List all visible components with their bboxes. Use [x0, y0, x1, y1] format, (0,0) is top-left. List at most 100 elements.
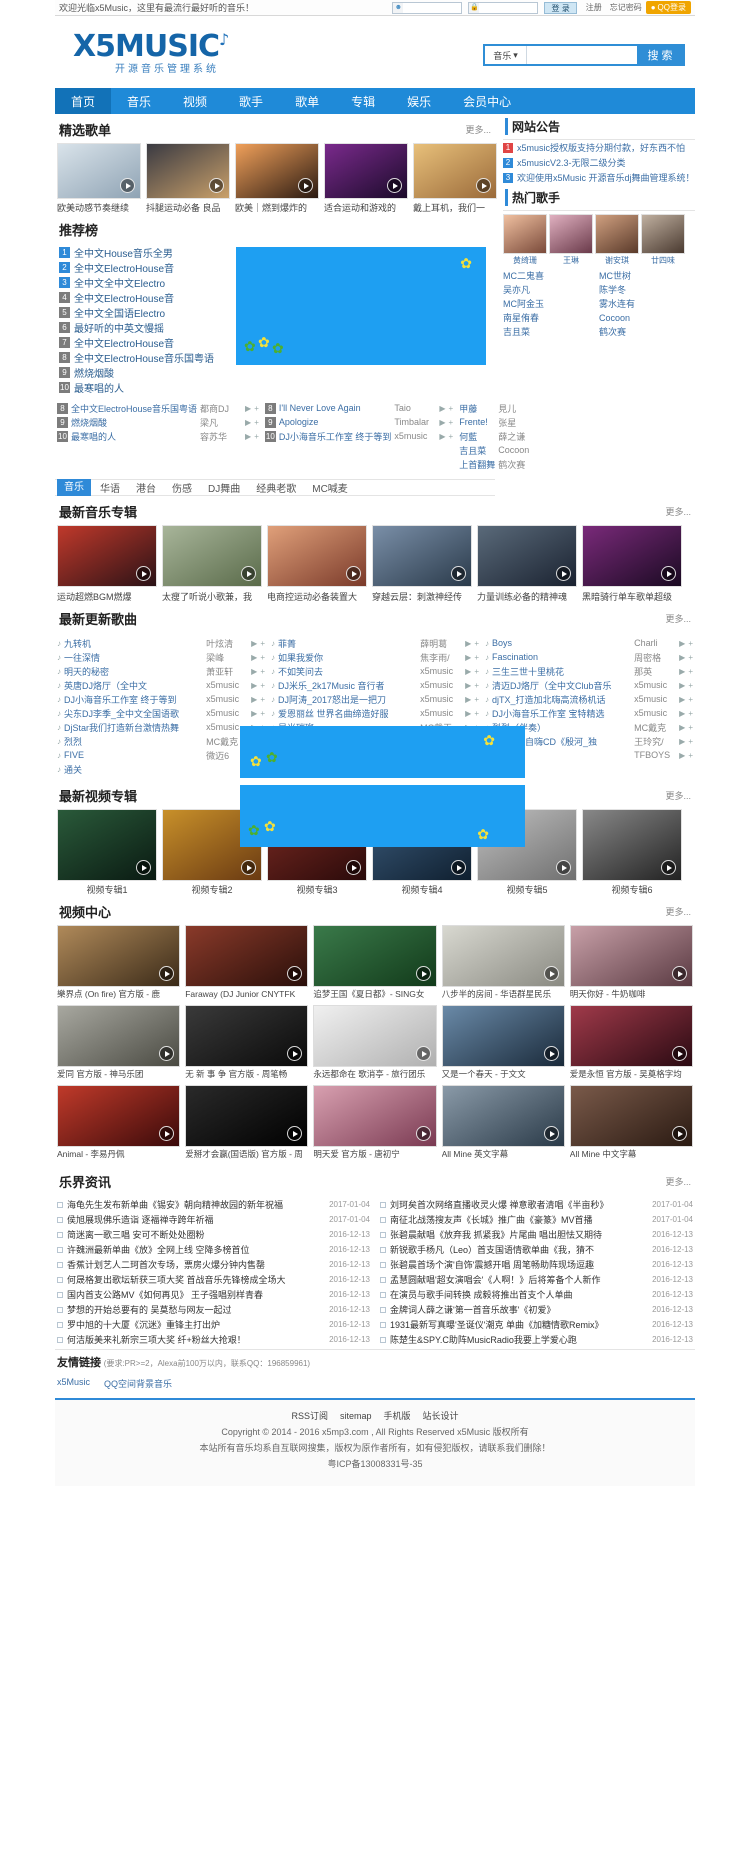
news-text[interactable]: 国内首支公路MV《如何再见》 王子强唱别样青春 — [67, 1288, 325, 1301]
play-icon[interactable]: ▶ — [465, 667, 471, 676]
news-text[interactable]: 海龟先生发布新单曲《锡安》朝向精神故园的新年祝福 — [67, 1198, 325, 1211]
play-icon[interactable] — [451, 860, 466, 875]
search-input[interactable] — [527, 46, 637, 64]
add-icon[interactable]: + — [254, 432, 259, 441]
nav-item-video[interactable]: 视频 — [167, 88, 223, 114]
footer-link[interactable]: RSS订阅 — [291, 1411, 328, 1421]
song-row[interactable]: 10 DJ小海音乐工作室 终于等到 x5music ▶ + — [264, 429, 453, 443]
song-row[interactable]: ♪ DJ阿涛_2017怒出是一把刀 x5music ▶ + — [271, 692, 479, 706]
news-item[interactable]: 许魏洲最新单曲《放》全网上线 空降多榜首位 2016-12-13 — [57, 1242, 370, 1257]
song-row[interactable]: ♪ 尖东DJ李季_全中文全国语歌 x5music ▶ + — [57, 706, 265, 720]
add-icon[interactable]: + — [449, 404, 454, 413]
play-icon[interactable]: ▶ — [679, 667, 685, 676]
thumbnail[interactable] — [313, 925, 437, 987]
news-item[interactable]: 张碧晨首场个演'自饰'震撼开唱 周笔畅助阵现场逗趣 2016-12-13 — [380, 1257, 693, 1272]
add-icon[interactable]: + — [449, 418, 454, 427]
add-icon[interactable]: + — [688, 695, 693, 704]
rank-title[interactable]: 全中文ElectroHouse音 — [74, 290, 174, 305]
news-text[interactable]: 梦想的开始总要有的 吴莫愁与网友一起过 — [67, 1303, 325, 1316]
nav-item-album[interactable]: 专辑 — [335, 88, 391, 114]
add-icon[interactable]: + — [688, 653, 693, 662]
song-name[interactable]: 明天的秘密 — [64, 665, 203, 678]
play-icon[interactable]: ▶ — [679, 653, 685, 662]
play-icon[interactable] — [671, 1046, 687, 1061]
play-icon[interactable] — [387, 178, 402, 193]
song-row[interactable]: ♪ 明天的秘密 萧亚轩 ▶ + — [57, 664, 265, 678]
rank-title[interactable]: 燃烧烟酸 — [74, 365, 114, 380]
thumbnail[interactable] — [57, 1085, 181, 1147]
album-card[interactable]: 太瘦了听说小歌兼，我 — [162, 525, 262, 603]
song-name[interactable]: 菲菁 — [278, 637, 417, 650]
footer-link[interactable]: 站长设计 — [423, 1411, 459, 1421]
album-card[interactable]: 电商控运动必备装置大 — [267, 525, 367, 603]
play-icon[interactable] — [671, 966, 687, 981]
song-name[interactable]: 通关 — [64, 763, 203, 776]
news-item[interactable]: 刘珂矣首次网络直播收灵火爆 禅意歌者清唱《半亩秒》 2017-01-04 — [380, 1197, 693, 1212]
song-name[interactable]: djTX_打造加北嗨高流杨机话 — [492, 693, 631, 706]
song-name[interactable]: 英唐DJ烙厅（全中文 — [64, 679, 203, 692]
video-card[interactable]: 永远都命在 歌消亭 - 旅行团乐 — [313, 1005, 437, 1080]
play-icon[interactable] — [298, 178, 313, 193]
play-icon[interactable]: ▶ — [251, 709, 257, 718]
site-logo[interactable]: X5MUSIC♪ 开源音乐管理系统 — [73, 29, 229, 75]
add-icon[interactable]: + — [688, 737, 693, 746]
play-icon[interactable]: ▶ — [679, 723, 685, 732]
thumbnail[interactable] — [582, 525, 682, 587]
add-icon[interactable]: + — [474, 653, 479, 662]
news-item[interactable]: 梦想的开始总要有的 吴莫愁与网友一起过 2016-12-13 — [57, 1302, 370, 1317]
video-card[interactable]: Animal - 李易丹佩 — [57, 1085, 181, 1160]
song-name[interactable]: Boys — [492, 638, 631, 648]
playlist-card[interactable]: 欧美动感节奏继续 — [57, 143, 141, 214]
nav-item-home[interactable]: 首页 — [55, 88, 112, 114]
news-item[interactable]: 张碧晨献唱《放弃我 抓紧我》片尾曲 唱出胆怯又期待 2016-12-13 — [380, 1227, 693, 1242]
song-row[interactable]: ♪通关▶+ — [57, 762, 265, 776]
artist-link[interactable]: 吴亦凡 — [503, 283, 599, 297]
thumbnail[interactable] — [477, 525, 577, 587]
play-icon[interactable] — [543, 966, 559, 981]
song-row[interactable]: ♪ 爱恩丽丝 世界名曲缔造好服 x5music ▶ + — [271, 706, 479, 720]
song-row[interactable]: ♪ 九转机 叶炫清 ▶ + — [57, 636, 265, 650]
artist-name[interactable]: 王琳 — [549, 255, 593, 266]
news-text[interactable]: 侯旭展现佛乐造诣 逐福禅寺跨年祈福 — [67, 1213, 325, 1226]
search-button[interactable]: 搜 索 — [637, 46, 683, 64]
thumbnail[interactable] — [267, 525, 367, 587]
news-text[interactable]: 陈楚生&SPY.C助阵MusicRadio我要上学爱心跑 — [390, 1333, 648, 1346]
song-row[interactable]: 9 Apologize Timbalar ▶ + — [264, 415, 454, 429]
thumbnail[interactable] — [235, 143, 319, 199]
song-row[interactable]: ♪ 三生三世十里桃花 那英 ▶ + — [485, 664, 693, 678]
news-item[interactable]: 何晟格复出歌坛斩获三项大奖 首战音乐先锋榜成全场大 2016-12-13 — [57, 1272, 370, 1287]
new-albums-more[interactable]: 更多... — [665, 505, 691, 518]
news-item[interactable]: 海龟先生发布新单曲《锡安》朝向精神故园的新年祝福 2017-01-04 — [57, 1197, 370, 1212]
play-icon[interactable]: ▶ — [251, 681, 257, 690]
song-name[interactable]: 燃烧烟酸 — [71, 416, 197, 429]
thumbnail[interactable] — [441, 925, 565, 987]
nav-item-music[interactable]: 音乐 — [111, 88, 167, 114]
song-row[interactable]: ♪ Boys Charli ▶ + — [485, 636, 693, 650]
footer-link[interactable]: 手机版 — [384, 1411, 411, 1421]
song-name[interactable]: 甲藤 — [459, 402, 495, 415]
notice-text[interactable]: x5music授权版支持分期付款，好东西不怕 — [517, 141, 685, 154]
song-name[interactable]: DJ米乐_2k17Music 音行者 — [278, 679, 417, 692]
thumbnail[interactable] — [569, 1005, 693, 1067]
rank-title[interactable]: 全中文全中文Electro — [74, 275, 165, 290]
video-card[interactable]: 明天你好 - 牛奶咖啡 — [569, 925, 693, 1000]
rank-item[interactable]: 9 燃烧烟酸 — [59, 365, 226, 380]
play-icon[interactable]: ▶ — [679, 709, 685, 718]
play-icon[interactable]: ▶ — [245, 432, 251, 441]
news-text[interactable]: 南征北战荡搜友声《长城》推广曲《豪篆》MV首播 — [390, 1213, 648, 1226]
song-name[interactable]: 不如笑问去 — [278, 665, 417, 678]
song-name[interactable]: Apologize — [279, 417, 392, 427]
nav-item-member-center[interactable]: 会员中心 — [447, 88, 527, 114]
news-item[interactable]: 在演员与歌手间转换 成毅将推出首支个人单曲 2016-12-13 — [380, 1287, 693, 1302]
thumbnail[interactable] — [185, 1005, 309, 1067]
thumbnail[interactable] — [413, 143, 497, 199]
song-name[interactable]: 吉且菜 — [459, 444, 495, 457]
banner-ad-2[interactable]: ✿ ✿ ✿ — [240, 726, 525, 778]
video-albums-more[interactable]: 更多... — [665, 789, 691, 802]
thumbnail[interactable] — [569, 925, 693, 987]
song-tab[interactable]: DJ舞曲 — [201, 480, 247, 495]
nav-item-playlist[interactable]: 歌单 — [279, 88, 335, 114]
news-text[interactable]: 香蕉计划艺人二珂首次专场，票房火爆分钟内售罄 — [67, 1258, 325, 1271]
news-text[interactable]: 张碧晨首场个演'自饰'震撼开唱 周笔畅助阵现场逗趣 — [390, 1258, 648, 1271]
play-icon[interactable]: ▶ — [245, 418, 251, 427]
